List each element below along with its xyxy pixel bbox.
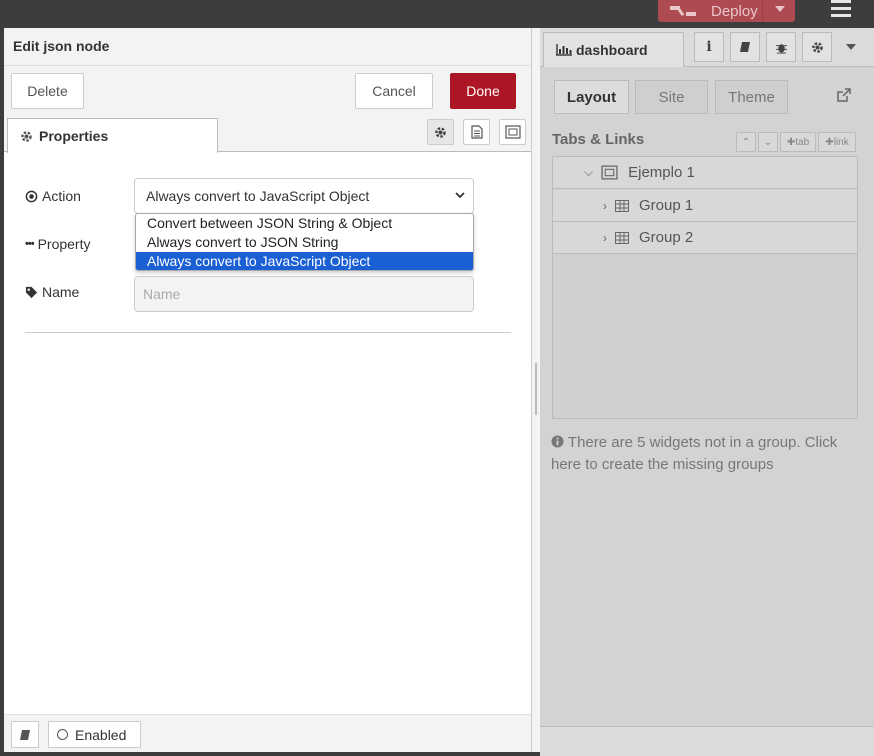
external-link-icon[interactable] (836, 88, 851, 103)
circle-icon (57, 729, 68, 740)
form-divider (25, 332, 511, 333)
frame-icon (504, 125, 521, 139)
tree-group-label: Group 2 (639, 229, 694, 246)
layout-tree: ⌵ Ejemplo 1 › Group 1 › Group 2 (552, 156, 858, 419)
tab-theme[interactable]: Theme (715, 80, 788, 114)
name-input[interactable]: Name (134, 276, 474, 312)
tab-properties-label: Properties (39, 128, 109, 144)
tab-site[interactable]: Site (635, 80, 708, 114)
tabs-links-heading: Tabs & Links (552, 131, 645, 148)
tab-dashboard-label: dashboard (576, 42, 648, 58)
add-tab-label: tab (795, 136, 810, 148)
delete-button[interactable]: Delete (11, 73, 84, 109)
properties-form: Action Always convert to JavaScript Obje… (4, 152, 531, 712)
add-link-button[interactable]: ✚ link (818, 132, 856, 152)
gear-icon[interactable] (802, 32, 832, 62)
dashboard-subtabs: Layout Site Theme (540, 80, 874, 114)
tree-group-row[interactable]: › Group 2 (553, 222, 857, 254)
description-tab-button[interactable] (463, 119, 490, 145)
tray-title: Edit json node (4, 28, 531, 66)
name-label: Name (25, 284, 79, 300)
bar-chart-icon (556, 44, 572, 56)
tree-group-row[interactable]: › Group 1 (553, 190, 857, 222)
header-bar: Deploy (0, 0, 874, 28)
document-icon (470, 125, 483, 139)
chevron-down-icon (455, 192, 465, 199)
name-label-text: Name (42, 284, 80, 300)
deploy-label: Deploy (711, 2, 758, 20)
tray-toolbar: Delete Cancel Done (4, 66, 531, 116)
chevron-right-icon[interactable]: › (603, 231, 607, 245)
edit-tray: Edit json node Delete Cancel Done Proper… (4, 28, 531, 752)
frame-icon (601, 165, 618, 180)
tree-group-label: Group 1 (639, 197, 694, 214)
action-dropdown[interactable]: Convert between JSON String & Object Alw… (135, 213, 474, 271)
action-select-value: Always convert to JavaScript Object (146, 188, 370, 204)
sidebar-footer (540, 726, 874, 756)
tab-properties[interactable]: Properties (7, 118, 218, 153)
deploy-button[interactable]: Deploy (658, 0, 795, 22)
chevron-right-icon[interactable]: › (603, 199, 607, 213)
tab-layout[interactable]: Layout (554, 80, 629, 114)
main-menu-icon[interactable] (829, 0, 853, 18)
table-icon (615, 199, 629, 212)
action-select[interactable]: Always convert to JavaScript Object (134, 178, 474, 214)
appearance-tab-button[interactable] (499, 119, 526, 145)
tab-dashboard[interactable]: dashboard (543, 32, 684, 67)
sidebar: dashboard i Layout Site Theme Tabs & Lin… (540, 28, 874, 756)
table-icon (615, 231, 629, 244)
action-option-selected[interactable]: Always convert to JavaScript Object (136, 252, 473, 270)
info-icon[interactable]: i (694, 32, 724, 62)
add-link-label: link (833, 136, 849, 148)
enabled-toggle[interactable]: Enabled (48, 721, 141, 748)
book-icon (20, 729, 30, 740)
enabled-label: Enabled (75, 726, 127, 743)
caret-down-icon[interactable] (846, 44, 856, 50)
caret-down-icon[interactable] (775, 6, 785, 12)
book-icon[interactable] (730, 32, 760, 62)
tray-footer: Enabled (4, 714, 531, 752)
name-placeholder: Name (143, 286, 181, 302)
tree-tab-label: Ejemplo 1 (628, 164, 695, 181)
cancel-button[interactable]: Cancel (355, 73, 433, 109)
deploy-icon (670, 4, 696, 18)
dot-circle-icon (25, 190, 38, 202)
chevron-down-icon[interactable]: ⌵ (584, 165, 593, 180)
info-circle-icon (551, 435, 564, 448)
property-label: ••• Property (25, 236, 90, 252)
sidebar-splitter[interactable] (531, 28, 540, 752)
gear-icon (21, 130, 32, 142)
done-button[interactable]: Done (450, 73, 516, 109)
collapse-all-button[interactable]: ⌃ (736, 132, 756, 152)
tree-tab-row[interactable]: ⌵ Ejemplo 1 (553, 157, 857, 189)
gear-icon (435, 126, 446, 138)
action-label: Action (25, 188, 81, 204)
bug-icon[interactable] (766, 32, 796, 62)
settings-tab-button[interactable] (427, 119, 454, 145)
add-tab-button[interactable]: ✚ tab (780, 132, 816, 152)
action-option[interactable]: Always convert to JSON String (136, 233, 473, 252)
tray-tabbar: Properties (4, 116, 531, 153)
action-label-text: Action (42, 188, 81, 204)
property-label-text: Property (37, 236, 91, 252)
missing-groups-note[interactable]: There are 5 widgets not in a group. Clic… (551, 432, 851, 476)
missing-groups-text: There are 5 widgets not in a group. Clic… (551, 434, 838, 473)
ellipsis-icon: ••• (25, 238, 35, 250)
help-book-button[interactable] (11, 721, 39, 748)
deploy-separator (762, 0, 763, 22)
expand-all-button[interactable]: ⌄ (758, 132, 778, 152)
sidebar-tabbar: dashboard i (540, 28, 874, 67)
tag-icon (25, 286, 38, 298)
action-option[interactable]: Convert between JSON String & Object (136, 214, 473, 233)
